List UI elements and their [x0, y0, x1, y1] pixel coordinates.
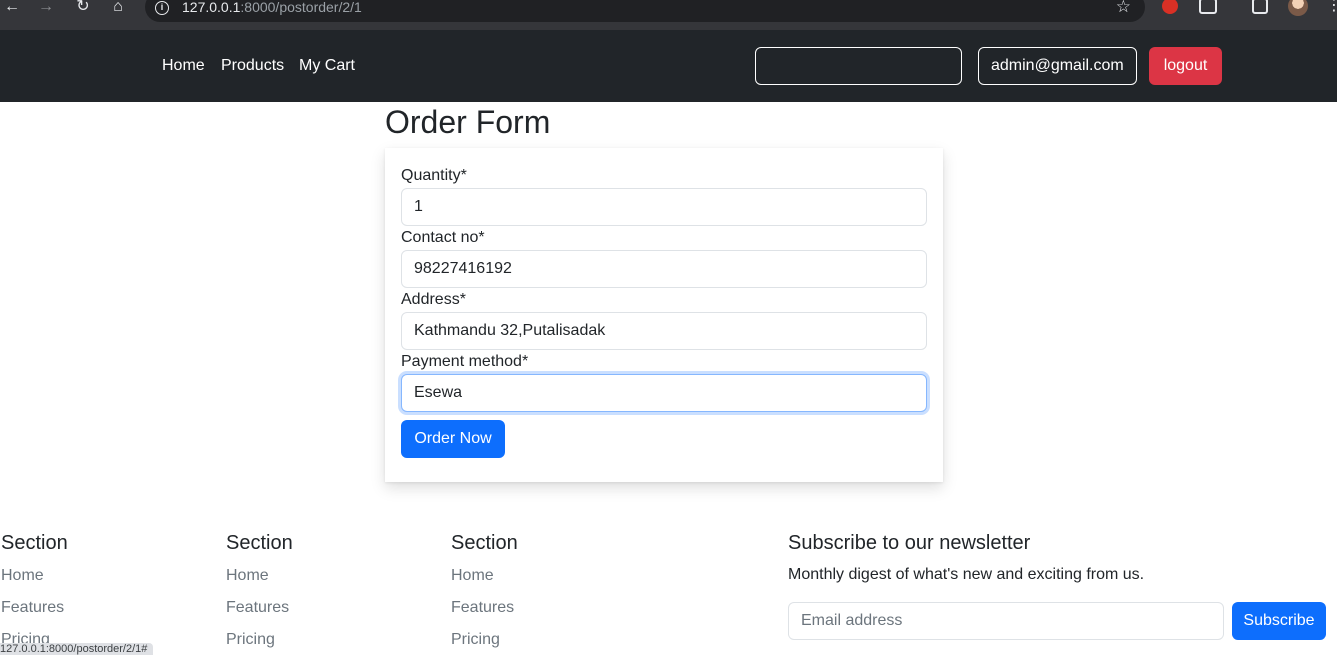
contact-input[interactable]: 98227416192 [401, 250, 927, 288]
order-form-card: Quantity* 1 Contact no* 98227416192 Addr… [385, 148, 943, 482]
subscribe-button[interactable]: Subscribe [1232, 602, 1326, 640]
address-bar[interactable]: i 127.0.0.1:8000/postorder/2/1 ☆ [145, 0, 1145, 22]
payment-method-label: Payment method* [401, 353, 529, 370]
quantity-label: Quantity* [401, 167, 467, 184]
puzzle-extensions-icon[interactable] [1199, 0, 1217, 14]
more-menu-icon[interactable]: ⋮ [1326, 0, 1337, 14]
footer-link-pricing[interactable]: Pricing [451, 628, 518, 652]
extension-icon[interactable] [1162, 0, 1178, 14]
address-input[interactable]: Kathmandu 32,Putalisadak [401, 312, 927, 350]
link-status-bar: 127.0.0.1:8000/postorder/2/1# [0, 643, 154, 655]
footer-heading: Section [451, 532, 518, 554]
side-panel-icon[interactable] [1252, 0, 1268, 14]
footer-link-pricing[interactable]: Pricing [226, 628, 293, 652]
reload-icon[interactable]: ↻ [71, 0, 95, 20]
address-label: Address* [401, 291, 466, 308]
nav-link-products[interactable]: Products [221, 57, 284, 75]
newsletter-description: Monthly digest of what's new and excitin… [788, 566, 1145, 583]
nav-search-input[interactable] [755, 47, 962, 85]
page-title: Order Form [385, 104, 551, 140]
profile-avatar[interactable] [1288, 0, 1308, 16]
quantity-input[interactable]: 1 [401, 188, 927, 226]
footer-section-2: Section Home Features Pricing [226, 532, 293, 652]
nav-link-home[interactable]: Home [162, 57, 205, 75]
user-email-button[interactable]: admin@gmail.com [978, 47, 1137, 85]
newsletter-email-input[interactable]: Email address [788, 602, 1224, 640]
top-navbar: Home Products My Cart admin@gmail.com lo… [0, 30, 1337, 102]
url-text[interactable]: 127.0.0.1:8000/postorder/2/1 [182, 0, 362, 15]
footer-link-home[interactable]: Home [451, 564, 518, 588]
payment-method-input[interactable]: Esewa [401, 374, 927, 412]
browser-toolbar: ← → ↻ ⌂ i 127.0.0.1:8000/postorder/2/1 ☆… [0, 0, 1337, 30]
footer-link-home[interactable]: Home [226, 564, 293, 588]
info-icon[interactable]: i [155, 1, 169, 15]
back-icon[interactable]: ← [0, 0, 24, 20]
home-icon[interactable]: ⌂ [106, 0, 130, 20]
footer-link-features[interactable]: Features [451, 596, 518, 620]
contact-label: Contact no* [401, 229, 485, 246]
nav-link-my-cart[interactable]: My Cart [299, 57, 355, 75]
footer-link-features[interactable]: Features [226, 596, 293, 620]
order-now-button[interactable]: Order Now [401, 420, 505, 458]
bookmark-star-icon[interactable]: ☆ [1116, 0, 1131, 17]
newsletter-section: Subscribe to our newsletter Monthly dige… [788, 532, 1326, 640]
footer-section-1: Section Home Features Pricing [1, 532, 68, 652]
newsletter-title: Subscribe to our newsletter [788, 532, 1031, 554]
footer-heading: Section [226, 532, 293, 554]
logout-button[interactable]: logout [1149, 47, 1222, 85]
footer-section-3: Section Home Features Pricing [451, 532, 518, 652]
footer-link-home[interactable]: Home [1, 564, 68, 588]
forward-icon[interactable]: → [34, 0, 58, 20]
footer-heading: Section [1, 532, 68, 554]
footer-link-features[interactable]: Features [1, 596, 68, 620]
